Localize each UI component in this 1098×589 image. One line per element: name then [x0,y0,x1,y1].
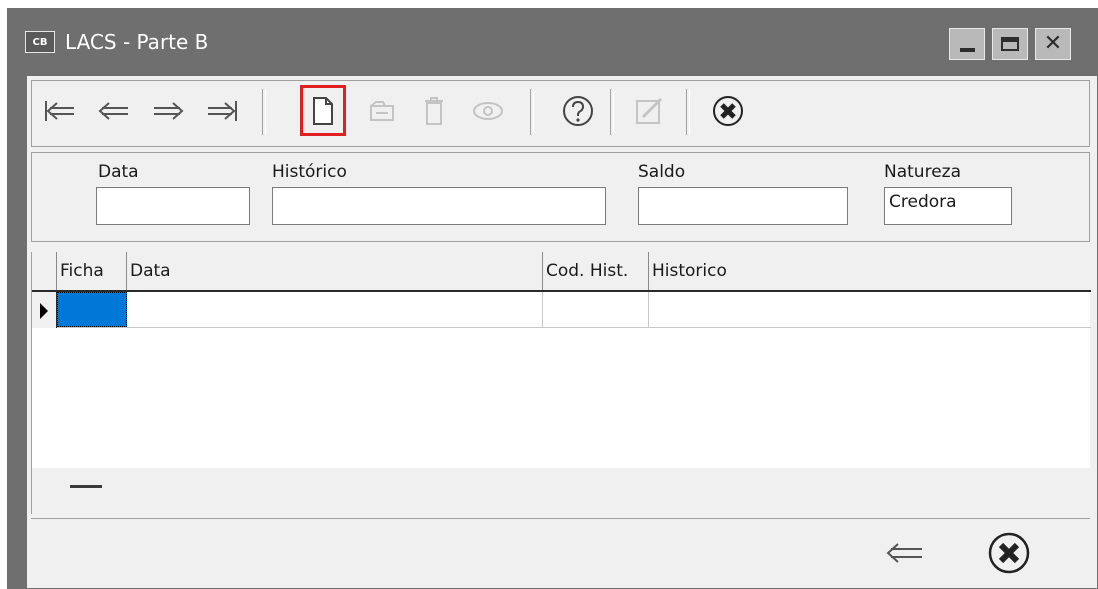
toolbar-separator [530,89,534,135]
close-icon: ✕ [1043,31,1063,56]
selected-cell-ficha[interactable] [57,292,127,327]
historico-label: Histórico [272,162,347,182]
bottom-action-bar [31,518,1090,585]
footer-dash [70,485,102,488]
toolbar-separator [262,89,266,135]
app-icon: CB [25,31,55,53]
cell-historico[interactable] [649,292,1091,328]
last-record-icon [208,101,237,121]
table-row[interactable] [32,292,1091,328]
grid-header: Ficha Data Cod. Hist. Historico [32,252,1091,292]
edit-pencil-icon [636,97,663,124]
current-row-arrow-icon [40,303,48,319]
next-record-icon [154,102,184,120]
column-header-historico[interactable]: Historico [649,252,1091,290]
edit-button[interactable] [630,91,668,131]
close-x-icon [713,96,743,126]
view-eye-icon [473,102,503,120]
minimize-button[interactable] [949,28,985,60]
window-title: LACS - Parte B [65,30,209,54]
saldo-label: Saldo [638,162,686,182]
toolbar-separator [686,89,690,135]
toolbar [31,80,1090,147]
help-icon [563,96,593,126]
close-bottom-button[interactable] [985,529,1033,577]
natureza-label: Natureza [884,162,961,182]
new-document-icon [313,97,333,125]
toolbar-separator [610,89,614,135]
previous-record-button[interactable] [96,91,132,131]
client-area: Data Histórico Saldo Natureza Credora Fi… [27,76,1097,588]
data-label: Data [98,162,139,182]
maximize-button[interactable] [992,28,1028,60]
help-button[interactable] [558,91,598,131]
cell-data[interactable] [127,292,543,328]
back-arrow-icon [886,543,922,563]
grid-footer [32,468,1091,514]
filter-panel: Data Histórico Saldo Natureza Credora [31,152,1090,242]
back-button[interactable] [881,529,929,577]
last-record-button[interactable] [204,91,240,131]
maximize-icon [1001,37,1019,51]
first-record-button[interactable] [42,91,78,131]
close-form-button[interactable] [708,91,748,131]
historico-input[interactable] [272,187,606,225]
column-header-ficha[interactable]: Ficha [57,252,127,290]
edit-folder-button[interactable] [364,91,400,131]
saldo-input[interactable] [638,187,848,225]
row-indicator [32,292,57,328]
minimize-icon [960,48,975,52]
edit-folder-icon [370,101,394,121]
title-bar[interactable]: CB LACS - Parte B ✕ [7,8,1098,76]
close-x-icon [988,532,1030,574]
column-header-data[interactable]: Data [127,252,543,290]
next-record-button[interactable] [150,91,186,131]
previous-record-icon [98,102,128,120]
natureza-input[interactable]: Credora [884,187,1012,225]
delete-button[interactable] [416,91,452,131]
close-window-button[interactable]: ✕ [1035,28,1071,60]
data-input[interactable] [96,187,250,225]
new-record-button[interactable] [304,91,342,131]
cell-cod-hist[interactable] [543,292,649,328]
view-button[interactable] [468,91,508,131]
records-grid[interactable]: Ficha Data Cod. Hist. Historico [31,252,1091,514]
delete-trash-icon [425,97,443,125]
first-record-icon [45,101,74,121]
lacs-window: CB LACS - Parte B ✕ Data Histórico Saldo… [7,8,1098,589]
column-header-cod-hist[interactable]: Cod. Hist. [543,252,649,290]
grid-corner [32,252,57,290]
